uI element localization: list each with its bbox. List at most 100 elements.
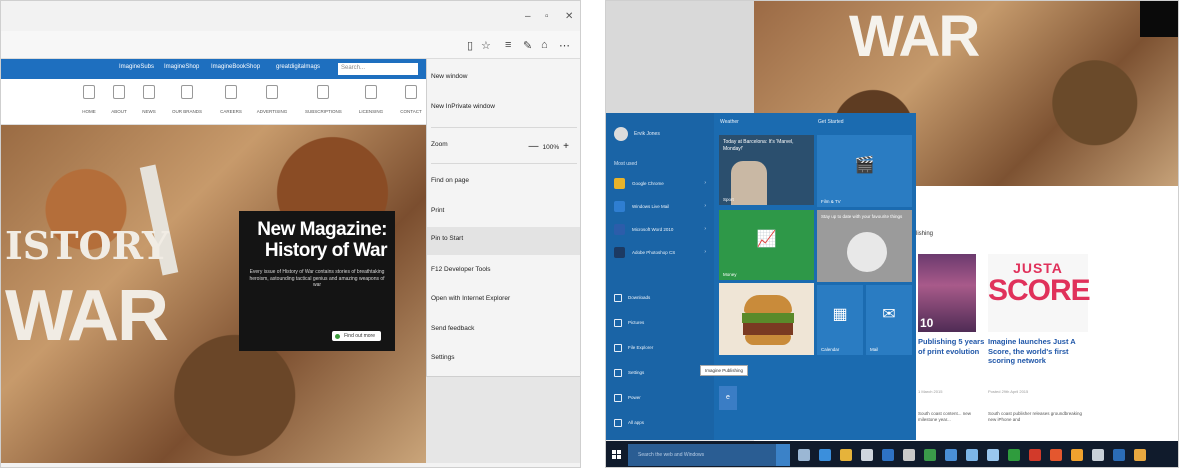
taskbar-app-icon[interactable] — [882, 449, 894, 461]
nav-item-licensing[interactable]: LICENSING — [353, 85, 389, 114]
settings-gear-icon — [614, 369, 622, 377]
taskbar-app-icon[interactable] — [966, 449, 978, 461]
web-note-icon[interactable]: ✎ — [523, 39, 532, 52]
hub-icon[interactable]: ≡ — [505, 39, 511, 51]
site-link-bookshop[interactable]: ImagineBookShop — [211, 64, 260, 70]
menu-print[interactable]: Print — [427, 199, 580, 225]
start-app-row[interactable]: Microsoft Word 2010 › — [612, 221, 710, 239]
menu-new-inprivate-window[interactable]: New InPrivate window — [427, 95, 580, 121]
chevron-right-icon[interactable]: › — [704, 226, 706, 232]
pinned-site-tile[interactable]: e — [719, 386, 737, 410]
story-body-2: South coast publisher releases groundbre… — [988, 411, 1083, 422]
taskbar-app-icon[interactable] — [924, 449, 936, 461]
start-windows-icon[interactable] — [612, 450, 622, 460]
taskbar-app-icon[interactable] — [819, 449, 831, 461]
zoom-out-button[interactable]: — — [529, 141, 539, 152]
user-avatar — [614, 127, 628, 141]
minimize-button[interactable]: – — [525, 11, 531, 22]
browser-toolbar: ▯ ☆ ≡ ✎ ⌂ ⋯ — [1, 31, 580, 59]
site-nav: HOME ABOUT NEWS OUR BRANDS CAREERS ADVER… — [1, 79, 426, 125]
share-icon[interactable]: ⌂ — [541, 39, 548, 51]
menu-open-with-ie[interactable]: Open with Internet Explorer — [427, 287, 580, 313]
more-actions-icon[interactable]: ⋯ — [559, 39, 570, 52]
taskbar-app-icon[interactable] — [1008, 449, 1020, 461]
taskbar-app-icon[interactable] — [945, 449, 957, 461]
taskbar-app-icon[interactable] — [840, 449, 852, 461]
chevron-right-icon[interactable]: › — [704, 249, 706, 255]
chevron-right-icon[interactable]: › — [704, 203, 706, 209]
background-war-title: WAR — [849, 4, 980, 69]
taskbar-app-icon[interactable] — [1050, 449, 1062, 461]
menu-pin-to-start[interactable]: Pin to Start — [427, 227, 580, 255]
favorite-star-icon[interactable]: ☆ — [481, 39, 491, 52]
menu-send-feedback[interactable]: Send feedback — [427, 317, 580, 343]
most-used-heading: Most used — [614, 161, 638, 167]
nav-item-contact[interactable]: CONTACT — [393, 85, 429, 114]
news-tile[interactable]: Today at Barcelona: It's 'Marvel, Monday… — [719, 135, 814, 205]
story-date-2: Posted 29th April 2015 — [988, 389, 1029, 394]
story-title-2[interactable]: Imagine launches Just A Score, the world… — [988, 337, 1088, 366]
section-heading-fragment: lishing — [916, 231, 934, 237]
mail-tile[interactable]: ✉ Mail — [866, 285, 912, 355]
nav-item-advertising[interactable]: ADVERTISING — [254, 85, 290, 114]
menu-new-window[interactable]: New window — [427, 65, 580, 91]
nav-item-subscriptions[interactable]: SUBSCRIPTIONS — [305, 85, 342, 114]
site-link-digital[interactable]: greatdigitalmags — [276, 64, 320, 70]
film-clapper-icon: 🎬 — [854, 157, 875, 175]
menu-settings[interactable]: Settings — [427, 346, 580, 372]
cortana-mic-icon[interactable] — [776, 444, 790, 466]
site-top-bar: ImagineSubs ImagineShop ImagineBookShop … — [1, 59, 426, 79]
maximize-button[interactable]: ▫ — [545, 11, 549, 22]
taskbar-app-icon[interactable] — [903, 449, 915, 461]
taskbar-app-icon[interactable] — [1092, 449, 1104, 461]
story-title-1[interactable]: Publishing 5 years of print evolution — [918, 337, 986, 356]
taskbar-search-input[interactable]: Search the web and Windows — [628, 444, 776, 466]
close-button[interactable]: ✕ — [565, 11, 573, 22]
find-out-more-button[interactable]: Find out more — [332, 331, 381, 341]
start-menu: Ervik Jones Most used Google Chrome › Wind… — [606, 113, 916, 440]
calendar-icon: ▦ — [832, 306, 848, 324]
taskbar-app-icon[interactable] — [798, 449, 810, 461]
taskbar-app-icon[interactable] — [1134, 449, 1146, 461]
downloads-icon — [614, 294, 622, 302]
menu-f12-developer-tools[interactable]: F12 Developer Tools — [427, 258, 580, 284]
nav-item-news[interactable]: NEWS — [131, 85, 167, 114]
reading-view-icon[interactable]: ▯ — [467, 39, 473, 52]
news-icon — [143, 85, 155, 99]
film-tv-tile[interactable]: 🎬 Film & TV — [817, 135, 912, 207]
nav-item-brands[interactable]: OUR BRANDS — [169, 85, 205, 114]
start-app-row[interactable]: Adobe Photoshop CS › — [612, 244, 710, 262]
money-tile[interactable]: 📈 Money — [719, 210, 814, 280]
app-icon — [614, 201, 625, 212]
start-app-row[interactable]: Google Chrome › — [612, 175, 710, 193]
taskbar-app-icon[interactable] — [1071, 449, 1083, 461]
site-link-shop[interactable]: ImagineShop — [164, 64, 199, 70]
menu-divider — [431, 163, 577, 164]
hero-banner[interactable]: ISTORY WAR New Magazine: History of War … — [1, 125, 426, 463]
menu-divider — [431, 127, 577, 128]
photos-tile[interactable]: Stay up to date with your favourite thin… — [817, 210, 912, 282]
start-menu-screenshot: WAR lishing 10 JUSTA SCORE Publishing 5 … — [605, 0, 1179, 468]
site-search-input[interactable]: Search... — [338, 63, 418, 75]
pictures-icon — [614, 319, 622, 327]
chevron-right-icon[interactable]: › — [704, 180, 706, 186]
story-thumbnail-1[interactable]: 10 — [918, 254, 976, 332]
just-a-score-logo[interactable]: JUSTA SCORE — [988, 254, 1091, 332]
taskbar-app-icon[interactable] — [987, 449, 999, 461]
menu-find-on-page[interactable]: Find on page — [427, 169, 580, 195]
taskbar-app-icon[interactable] — [1029, 449, 1041, 461]
page-background — [426, 377, 580, 463]
zoom-in-button[interactable]: + — [563, 141, 569, 152]
advertising-icon — [266, 85, 278, 99]
burger-bottom-icon — [745, 335, 791, 345]
calendar-tile[interactable]: ▦ Calendar — [817, 285, 863, 355]
start-app-row[interactable]: Windows Live Mail › — [612, 198, 710, 216]
taskbar-app-icon[interactable] — [1113, 449, 1125, 461]
site-link-subs[interactable]: ImagineSubs — [119, 64, 154, 70]
nav-item-careers[interactable]: CAREERS — [213, 85, 249, 114]
taskbar-app-icon[interactable] — [861, 449, 873, 461]
app-icon — [614, 224, 625, 235]
food-tile[interactable] — [719, 283, 814, 355]
burger-bun-icon — [744, 295, 792, 313]
contact-icon — [405, 85, 417, 99]
